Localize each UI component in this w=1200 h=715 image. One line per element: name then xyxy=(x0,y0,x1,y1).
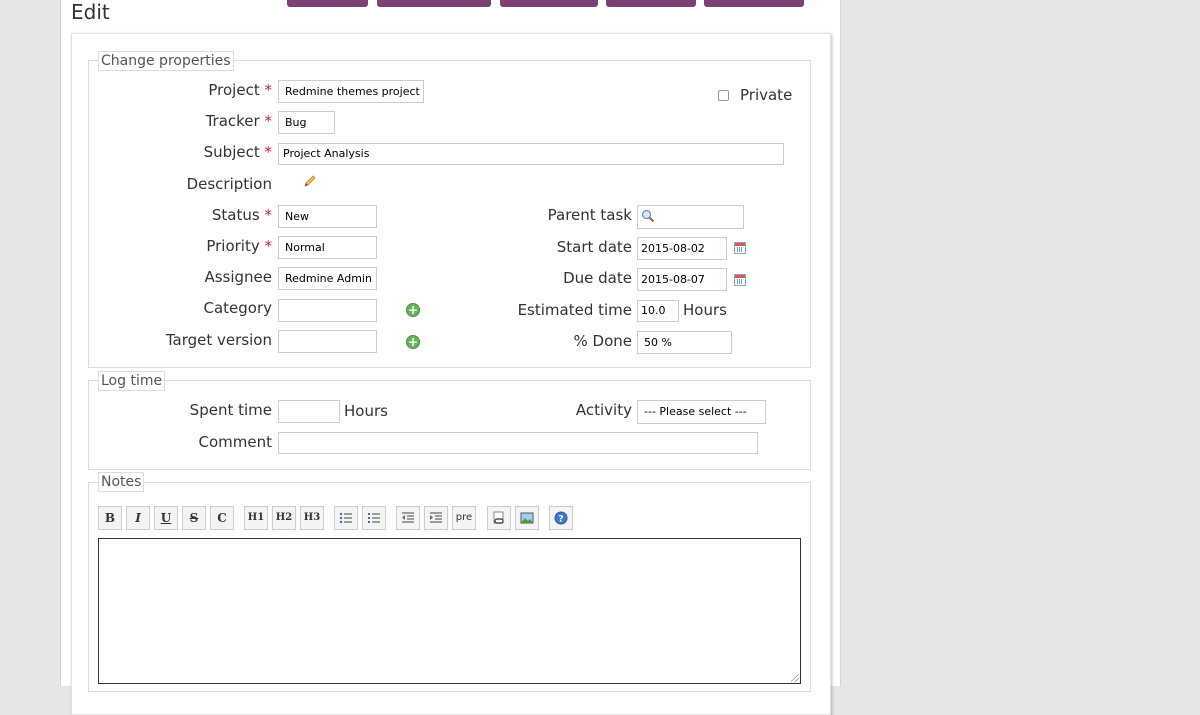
heading-2-button[interactable]: H2 xyxy=(272,506,296,530)
tracker-label: Tracker * xyxy=(205,112,273,130)
estimated-time-unit: Hours xyxy=(683,301,727,319)
add-version-icon[interactable]: + xyxy=(406,335,420,349)
required-marker: * xyxy=(264,237,273,255)
heading-1-button[interactable]: H1 xyxy=(244,506,268,530)
subject-input[interactable]: Project Analysis xyxy=(278,143,784,165)
required-marker: * xyxy=(264,112,273,130)
spent-time-unit: Hours xyxy=(344,402,388,420)
private-checkbox[interactable] xyxy=(718,90,729,101)
required-marker: * xyxy=(264,81,273,99)
bold-button[interactable]: B xyxy=(98,506,122,530)
top-button-1[interactable] xyxy=(287,0,368,7)
due-date-input[interactable]: 2015-08-07 xyxy=(637,268,727,291)
start-date-input[interactable]: 2015-08-02 xyxy=(637,237,727,260)
help-button[interactable]: ? xyxy=(549,506,573,530)
due-date-label: Due date xyxy=(563,269,632,287)
top-button-2[interactable] xyxy=(377,0,491,7)
link-button[interactable] xyxy=(487,506,511,530)
project-label: Project * xyxy=(208,81,273,99)
add-category-icon[interactable]: + xyxy=(406,303,420,317)
priority-label: Priority * xyxy=(206,237,273,255)
spent-time-input[interactable] xyxy=(278,400,340,423)
image-icon xyxy=(520,512,534,524)
top-button-5[interactable] xyxy=(704,0,804,7)
numbered-list-icon xyxy=(368,513,380,523)
preformatted-button[interactable]: pre xyxy=(452,506,476,530)
bullet-list-icon xyxy=(339,512,352,524)
status-select[interactable]: New xyxy=(278,205,377,228)
activity-select[interactable]: --- Please select --- xyxy=(637,400,766,424)
notes-textarea[interactable] xyxy=(98,538,801,684)
spent-time-label: Spent time xyxy=(189,401,272,419)
private-label: Private xyxy=(740,86,793,104)
estimated-time-input[interactable]: 10.0 xyxy=(637,300,679,322)
image-button[interactable] xyxy=(515,506,539,530)
edit-pencil-icon[interactable] xyxy=(303,174,317,188)
status-label: Status * xyxy=(211,206,273,224)
done-label: % Done xyxy=(573,332,632,350)
top-button-4[interactable] xyxy=(606,0,696,7)
heading-3-button[interactable]: H3 xyxy=(300,506,324,530)
priority-select[interactable]: Normal xyxy=(278,236,377,259)
link-icon xyxy=(493,511,504,524)
required-marker: * xyxy=(264,143,273,161)
target-version-select[interactable] xyxy=(278,330,377,353)
activity-label: Activity xyxy=(575,401,632,419)
parent-task-label: Parent task xyxy=(547,206,632,224)
category-select[interactable] xyxy=(278,299,377,322)
resize-handle[interactable] xyxy=(791,674,799,682)
estimated-time-label: Estimated time xyxy=(517,301,632,319)
comment-label: Comment xyxy=(198,433,273,451)
svg-text:?: ? xyxy=(558,515,563,525)
strikethrough-button[interactable]: S xyxy=(182,506,206,530)
assignee-label: Assignee xyxy=(204,268,272,286)
italic-button[interactable]: I xyxy=(126,506,150,530)
notes-legend: Notes xyxy=(98,472,145,492)
top-button-3[interactable] xyxy=(500,0,598,7)
subject-label: Subject * xyxy=(203,143,273,161)
description-label: Description xyxy=(186,175,272,193)
comment-input[interactable] xyxy=(278,432,758,454)
calendar-icon[interactable] xyxy=(734,242,746,254)
outdent-icon xyxy=(402,512,414,523)
project-select[interactable]: Redmine themes project xyxy=(278,80,424,103)
target-version-label: Target version xyxy=(165,331,272,349)
help-icon: ? xyxy=(554,511,568,525)
page-title: Edit xyxy=(71,0,110,24)
indent-button[interactable] xyxy=(424,506,448,530)
calendar-icon[interactable] xyxy=(734,274,746,286)
indent-icon xyxy=(430,512,442,523)
search-icon xyxy=(641,209,655,223)
done-select[interactable]: 50 % xyxy=(637,331,732,354)
inline-code-button[interactable]: C xyxy=(210,506,234,530)
log-time-fieldset xyxy=(88,380,811,470)
required-marker: * xyxy=(264,206,273,224)
change-properties-legend: Change properties xyxy=(98,51,234,71)
assignee-select[interactable]: Redmine Admin xyxy=(278,267,377,290)
tracker-select[interactable]: Bug xyxy=(278,111,335,134)
unordered-list-button[interactable] xyxy=(334,506,358,530)
log-time-legend: Log time xyxy=(98,371,166,391)
outdent-button[interactable] xyxy=(396,506,420,530)
ordered-list-button[interactable] xyxy=(362,506,386,530)
category-label: Category xyxy=(203,299,272,317)
start-date-label: Start date xyxy=(556,238,632,256)
underline-button[interactable]: U xyxy=(154,506,178,530)
